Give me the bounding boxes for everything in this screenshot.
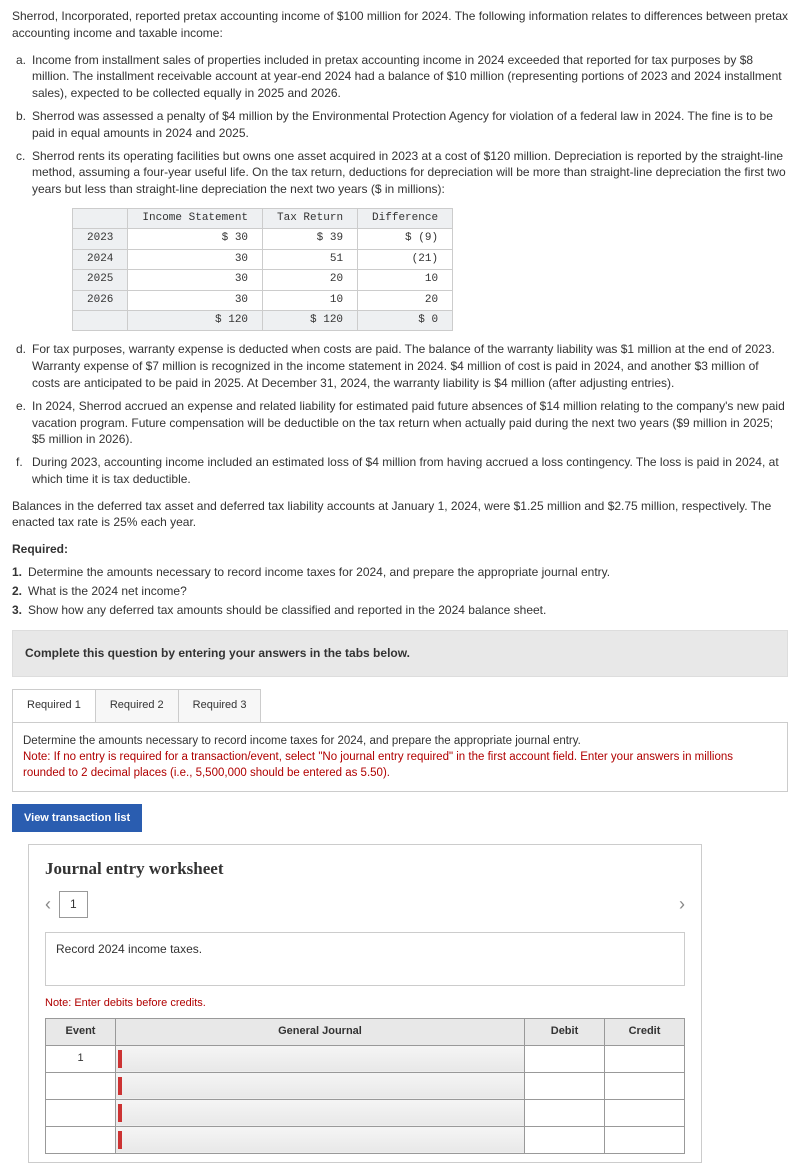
dep-ist: $ 120	[128, 310, 263, 330]
dep-y0: 2023	[73, 229, 128, 249]
dep-is3: 30	[128, 290, 263, 310]
depreciation-table: Income Statement Tax Return Difference 2…	[72, 208, 453, 331]
je-debit-2[interactable]	[525, 1072, 605, 1099]
je-account-3[interactable]	[116, 1099, 525, 1126]
tabs-instruction: Complete this question by entering your …	[12, 630, 788, 677]
dep-h2: Tax Return	[263, 208, 358, 228]
je-debit-1[interactable]	[525, 1045, 605, 1072]
je-event-3	[46, 1099, 116, 1126]
je-credit-4[interactable]	[605, 1126, 685, 1153]
req2: What is the 2024 net income?	[28, 584, 187, 598]
balances-text: Balances in the deferred tax asset and d…	[12, 498, 788, 532]
dep-tr2: 20	[263, 270, 358, 290]
info-list: a.Income from installment sales of prope…	[12, 52, 788, 198]
jeh-credit: Credit	[605, 1018, 685, 1045]
dep-is2: 30	[128, 270, 263, 290]
panel-note: Note: If no entry is required for a tran…	[23, 751, 733, 779]
req3: Show how any deferred tax amounts should…	[28, 603, 546, 617]
je-event-4	[46, 1126, 116, 1153]
chevron-right-icon[interactable]: ›	[679, 892, 685, 917]
je-account-4[interactable]	[116, 1126, 525, 1153]
chevron-left-icon[interactable]: ‹	[45, 892, 51, 917]
dep-is1: 30	[128, 249, 263, 269]
journal-entry-table: Event General Journal Debit Credit 1	[45, 1018, 685, 1154]
info-list-2: d.For tax purposes, warranty expense is …	[12, 341, 788, 487]
intro-text: Sherrod, Incorporated, reported pretax a…	[12, 8, 788, 42]
dep-d2: 10	[358, 270, 453, 290]
requirements-list: 1.Determine the amounts necessary to rec…	[12, 564, 788, 618]
dep-h3: Difference	[358, 208, 453, 228]
dep-d1: (21)	[358, 249, 453, 269]
je-credit-2[interactable]	[605, 1072, 685, 1099]
dep-yt	[73, 310, 128, 330]
jeh-debit: Debit	[525, 1018, 605, 1045]
je-title: Journal entry worksheet	[45, 857, 685, 881]
je-debit-3[interactable]	[525, 1099, 605, 1126]
dep-d0: $ (9)	[358, 229, 453, 249]
item-b: Sherrod was assessed a penalty of $4 mil…	[32, 109, 773, 140]
dep-d3: 20	[358, 290, 453, 310]
je-instruction: Record 2024 income taxes.	[45, 932, 685, 987]
dep-h1: Income Statement	[128, 208, 263, 228]
je-page-1[interactable]: 1	[59, 891, 88, 918]
dep-y2: 2025	[73, 270, 128, 290]
je-note: Note: Enter debits before credits.	[45, 996, 685, 1011]
dep-is0: $ 30	[128, 229, 263, 249]
dep-dt: $ 0	[358, 310, 453, 330]
dep-trt: $ 120	[263, 310, 358, 330]
tab-panel: Determine the amounts necessary to recor…	[12, 723, 788, 792]
je-account-1[interactable]	[116, 1045, 525, 1072]
jeh-event: Event	[46, 1018, 116, 1045]
dep-tr3: 10	[263, 290, 358, 310]
tab-required-3[interactable]: Required 3	[178, 689, 262, 721]
dep-y3: 2026	[73, 290, 128, 310]
item-c: Sherrod rents its operating facilities b…	[32, 149, 786, 197]
dep-tr0: $ 39	[263, 229, 358, 249]
tab-required-1[interactable]: Required 1	[12, 689, 96, 721]
required-heading: Required:	[12, 541, 788, 558]
je-event-2	[46, 1072, 116, 1099]
dep-tr1: 51	[263, 249, 358, 269]
item-e: In 2024, Sherrod accrued an expense and …	[32, 399, 785, 447]
je-debit-4[interactable]	[525, 1126, 605, 1153]
tab-required-2[interactable]: Required 2	[95, 689, 179, 721]
dep-y1: 2024	[73, 249, 128, 269]
dep-h0	[73, 208, 128, 228]
je-account-2[interactable]	[116, 1072, 525, 1099]
view-transaction-list-button[interactable]: View transaction list	[12, 804, 142, 832]
req1: Determine the amounts necessary to recor…	[28, 565, 610, 579]
item-a: Income from installment sales of propert…	[32, 53, 782, 101]
tabs: Required 1 Required 2 Required 3	[12, 689, 788, 722]
item-f: During 2023, accounting income included …	[32, 455, 779, 486]
journal-entry-worksheet: Journal entry worksheet ‹ 1 › Record 202…	[28, 844, 702, 1163]
je-credit-3[interactable]	[605, 1099, 685, 1126]
je-credit-1[interactable]	[605, 1045, 685, 1072]
je-event-1: 1	[46, 1045, 116, 1072]
panel-line1: Determine the amounts necessary to recor…	[23, 735, 581, 747]
item-d: For tax purposes, warranty expense is de…	[32, 342, 775, 390]
jeh-gj: General Journal	[116, 1018, 525, 1045]
